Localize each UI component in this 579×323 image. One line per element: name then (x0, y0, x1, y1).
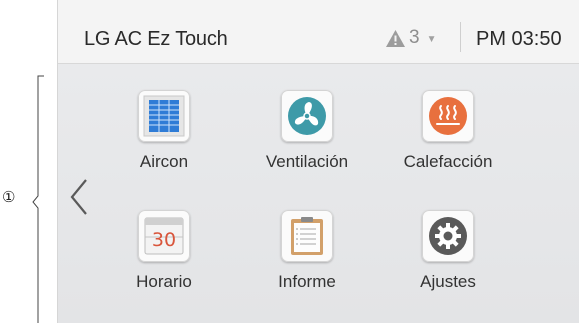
header-divider (460, 22, 461, 52)
menu-item-ventilation[interactable]: Ventilación (242, 90, 372, 172)
warning-icon (386, 29, 405, 47)
previous-page-button[interactable] (66, 174, 92, 220)
alert-indicator[interactable]: 3 ▼ (385, 26, 436, 50)
clock-time: PM 03:50 (476, 28, 562, 50)
callout-bracket (32, 75, 44, 323)
aircon-icon (138, 90, 190, 142)
device-screen: LG AC Ez Touch 3 ▼ PM 03:50 Aircon Venti… (57, 0, 579, 323)
svg-text:30: 30 (152, 229, 176, 251)
main-menu: Aircon Ventilación Calefacción 30 Horari… (58, 64, 579, 323)
top-bar: LG AC Ez Touch 3 ▼ PM 03:50 (58, 0, 579, 64)
menu-item-aircon[interactable]: Aircon (99, 90, 229, 172)
settings-gear-icon (422, 210, 474, 262)
menu-item-label: Horario (136, 272, 192, 291)
alert-count: 3 (409, 27, 420, 48)
menu-item-settings[interactable]: Ajustes (383, 210, 513, 292)
ventilation-fan-icon (281, 90, 333, 142)
menu-item-label: Aircon (139, 152, 189, 171)
menu-item-heating[interactable]: Calefacción (383, 90, 513, 172)
menu-item-label: Ajustes (420, 272, 476, 291)
chevron-left-icon (70, 179, 87, 215)
clipboard-report-icon (281, 210, 333, 262)
menu-item-label: Informe (278, 272, 336, 291)
dropdown-caret-icon: ▼ (426, 33, 437, 45)
heating-icon (422, 90, 474, 142)
menu-item-schedule[interactable]: 30 Horario (99, 210, 229, 292)
menu-item-label: Calefacción (403, 152, 493, 171)
menu-item-report[interactable]: Informe (242, 210, 372, 292)
calendar-icon: 30 (138, 210, 190, 262)
menu-item-label: Ventilación (265, 152, 349, 171)
app-title: LG AC Ez Touch (84, 28, 228, 50)
